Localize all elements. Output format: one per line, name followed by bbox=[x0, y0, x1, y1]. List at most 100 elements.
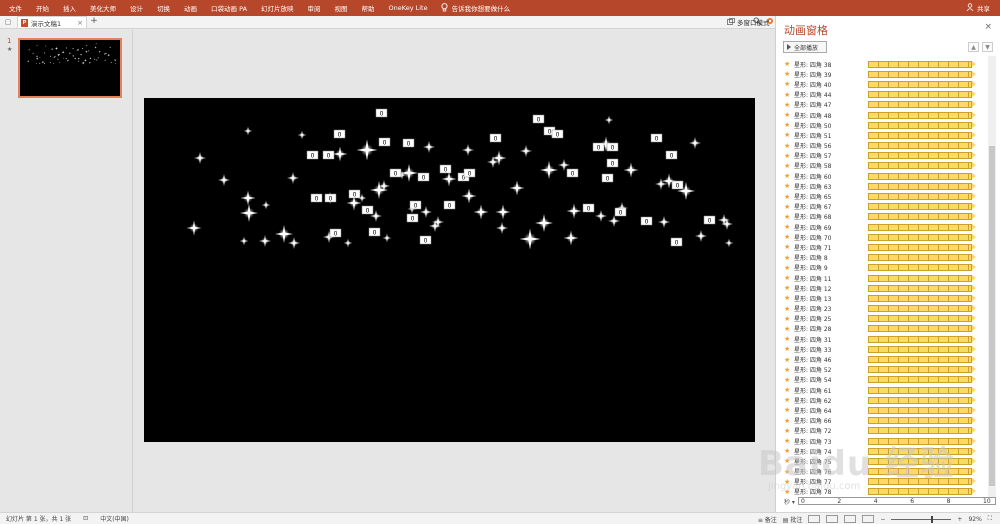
animation-item[interactable]: ★ 星形: 四角 70 bbox=[784, 232, 980, 242]
animation-item[interactable]: ★ 星形: 四角 40 bbox=[784, 79, 980, 89]
animation-item[interactable]: ★ 星形: 四角 23 bbox=[784, 304, 980, 314]
sparkle-star[interactable] bbox=[81, 61, 85, 65]
animation-item[interactable]: ★ 星形: 四角 74 bbox=[784, 446, 980, 456]
sparkle-star[interactable] bbox=[535, 214, 553, 232]
animation-order-tag[interactable]: 0 bbox=[601, 173, 614, 182]
spellcheck-icon[interactable]: ⊡ bbox=[77, 515, 94, 522]
slide[interactable]: 00000000000000000000000000000000000000 bbox=[144, 98, 755, 442]
sparkle-star[interactable] bbox=[420, 206, 432, 218]
sparkle-star[interactable] bbox=[88, 61, 92, 65]
animation-order-tag[interactable]: 0 bbox=[406, 213, 419, 222]
menu-file[interactable]: 文件 bbox=[0, 3, 29, 13]
sparkle-star[interactable] bbox=[540, 161, 558, 179]
sparkle-star[interactable] bbox=[110, 61, 113, 64]
new-tab-button[interactable]: + bbox=[89, 16, 99, 28]
animation-item[interactable]: ★ 星形: 四角 50 bbox=[784, 120, 980, 130]
tell-me-box[interactable]: 告诉我你想要做什么 bbox=[441, 2, 510, 14]
language[interactable]: 中文(中国) bbox=[94, 514, 135, 523]
timing-bar[interactable] bbox=[868, 406, 976, 414]
animation-item[interactable]: ★ 星形: 四角 75 bbox=[784, 456, 980, 466]
menu-beautify-master[interactable]: 美化大师 bbox=[83, 3, 123, 13]
sparkle-star[interactable] bbox=[194, 152, 206, 164]
sparkle-star[interactable] bbox=[519, 228, 541, 250]
sparkle-star[interactable] bbox=[84, 50, 88, 54]
timing-bar[interactable] bbox=[868, 468, 976, 476]
timing-bar[interactable] bbox=[868, 162, 976, 170]
timing-bar[interactable] bbox=[868, 203, 976, 211]
animation-order-tag[interactable]: 0 bbox=[348, 189, 361, 198]
sparkle-star[interactable] bbox=[495, 204, 511, 220]
timing-bar[interactable] bbox=[868, 345, 976, 353]
timing-bar[interactable] bbox=[868, 172, 976, 180]
animation-order-tag[interactable]: 0 bbox=[551, 129, 564, 138]
animation-order-tag[interactable]: 0 bbox=[310, 193, 323, 202]
sparkle-star[interactable] bbox=[695, 230, 707, 242]
sparkle-star[interactable] bbox=[623, 162, 639, 178]
animation-order-tag[interactable]: 0 bbox=[333, 129, 346, 138]
sparkle-star[interactable] bbox=[520, 145, 532, 157]
sparkle-star[interactable] bbox=[218, 174, 230, 186]
timing-bar[interactable] bbox=[868, 121, 976, 129]
menu-pocket-animation[interactable]: 口袋动画 PA bbox=[204, 3, 254, 13]
sparkle-star[interactable] bbox=[98, 50, 101, 53]
animation-item[interactable]: ★ 星形: 四角 71 bbox=[784, 242, 980, 252]
animation-item[interactable]: ★ 星形: 四角 13 bbox=[784, 293, 980, 303]
animation-item[interactable]: ★ 星形: 四角 47 bbox=[784, 100, 980, 110]
sparkle-star[interactable] bbox=[382, 233, 392, 243]
menu-help[interactable]: 帮助 bbox=[355, 3, 382, 13]
sparkle-star[interactable] bbox=[83, 58, 87, 62]
animation-item[interactable]: ★ 星形: 四角 31 bbox=[784, 334, 980, 344]
timing-bar[interactable] bbox=[868, 356, 976, 364]
sparkle-star[interactable] bbox=[461, 188, 477, 204]
timing-bar[interactable] bbox=[868, 60, 976, 68]
animation-item[interactable]: ★ 星形: 四角 78 bbox=[784, 487, 980, 495]
timing-bar[interactable] bbox=[868, 193, 976, 201]
comments-button[interactable]: ▤ 批注 bbox=[783, 515, 803, 524]
timing-bar[interactable] bbox=[868, 70, 976, 78]
sparkle-star[interactable] bbox=[95, 59, 98, 61]
animation-item[interactable]: ★ 星形: 四角 54 bbox=[784, 375, 980, 385]
slide-thumbnail[interactable] bbox=[18, 38, 122, 98]
animation-order-tag[interactable]: 0 bbox=[419, 235, 432, 244]
animation-item[interactable]: ★ 星形: 四角 33 bbox=[784, 344, 980, 354]
sparkle-star[interactable] bbox=[28, 48, 31, 51]
reading-view-icon[interactable] bbox=[844, 515, 857, 523]
sparkle-star[interactable] bbox=[95, 42, 97, 45]
animation-item[interactable]: ★ 星形: 四角 63 bbox=[784, 181, 980, 191]
timing-bar[interactable] bbox=[868, 294, 976, 302]
timing-bar[interactable] bbox=[868, 254, 976, 262]
timing-bar[interactable] bbox=[868, 386, 976, 394]
animation-item[interactable]: ★ 星形: 四角 52 bbox=[784, 365, 980, 375]
sparkle-star[interactable] bbox=[50, 47, 54, 51]
sparkle-star[interactable] bbox=[261, 200, 271, 210]
timing-bar[interactable] bbox=[868, 80, 976, 88]
animation-item[interactable]: ★ 星形: 四角 62 bbox=[784, 395, 980, 405]
sparkle-star[interactable] bbox=[297, 130, 307, 140]
animation-order-tag[interactable]: 0 bbox=[417, 172, 430, 181]
animation-item[interactable]: ★ 星形: 四角 73 bbox=[784, 436, 980, 446]
animation-order-tag[interactable]: 0 bbox=[614, 207, 627, 216]
sparkle-star[interactable] bbox=[724, 238, 734, 248]
animation-item[interactable]: ★ 星形: 四角 51 bbox=[784, 130, 980, 140]
timing-bar[interactable] bbox=[868, 223, 976, 231]
sparkle-star[interactable] bbox=[36, 44, 38, 47]
animation-order-tag[interactable]: 0 bbox=[606, 142, 619, 151]
animation-order-tag[interactable]: 0 bbox=[368, 227, 381, 236]
animation-item[interactable]: ★ 星形: 四角 12 bbox=[784, 283, 980, 293]
animation-order-tag[interactable]: 0 bbox=[322, 150, 335, 159]
menu-insert[interactable]: 插入 bbox=[56, 3, 83, 13]
sparkle-star[interactable] bbox=[26, 59, 30, 63]
animation-item[interactable]: ★ 星形: 四角 39 bbox=[784, 69, 980, 79]
sparkle-star[interactable] bbox=[35, 62, 38, 65]
animation-order-tag[interactable]: 0 bbox=[306, 150, 319, 159]
sparkle-star[interactable] bbox=[509, 180, 525, 196]
animation-item[interactable]: ★ 星形: 四角 61 bbox=[784, 385, 980, 395]
timing-bar[interactable] bbox=[868, 437, 976, 445]
animation-order-tag[interactable]: 0 bbox=[671, 180, 684, 189]
timing-bar[interactable] bbox=[868, 233, 976, 241]
sparkle-star[interactable] bbox=[87, 49, 90, 52]
sparkle-star[interactable] bbox=[658, 216, 670, 228]
zoom-slider[interactable] bbox=[891, 515, 952, 523]
sparkle-star[interactable] bbox=[259, 235, 271, 247]
sparkle-star[interactable] bbox=[288, 237, 300, 249]
